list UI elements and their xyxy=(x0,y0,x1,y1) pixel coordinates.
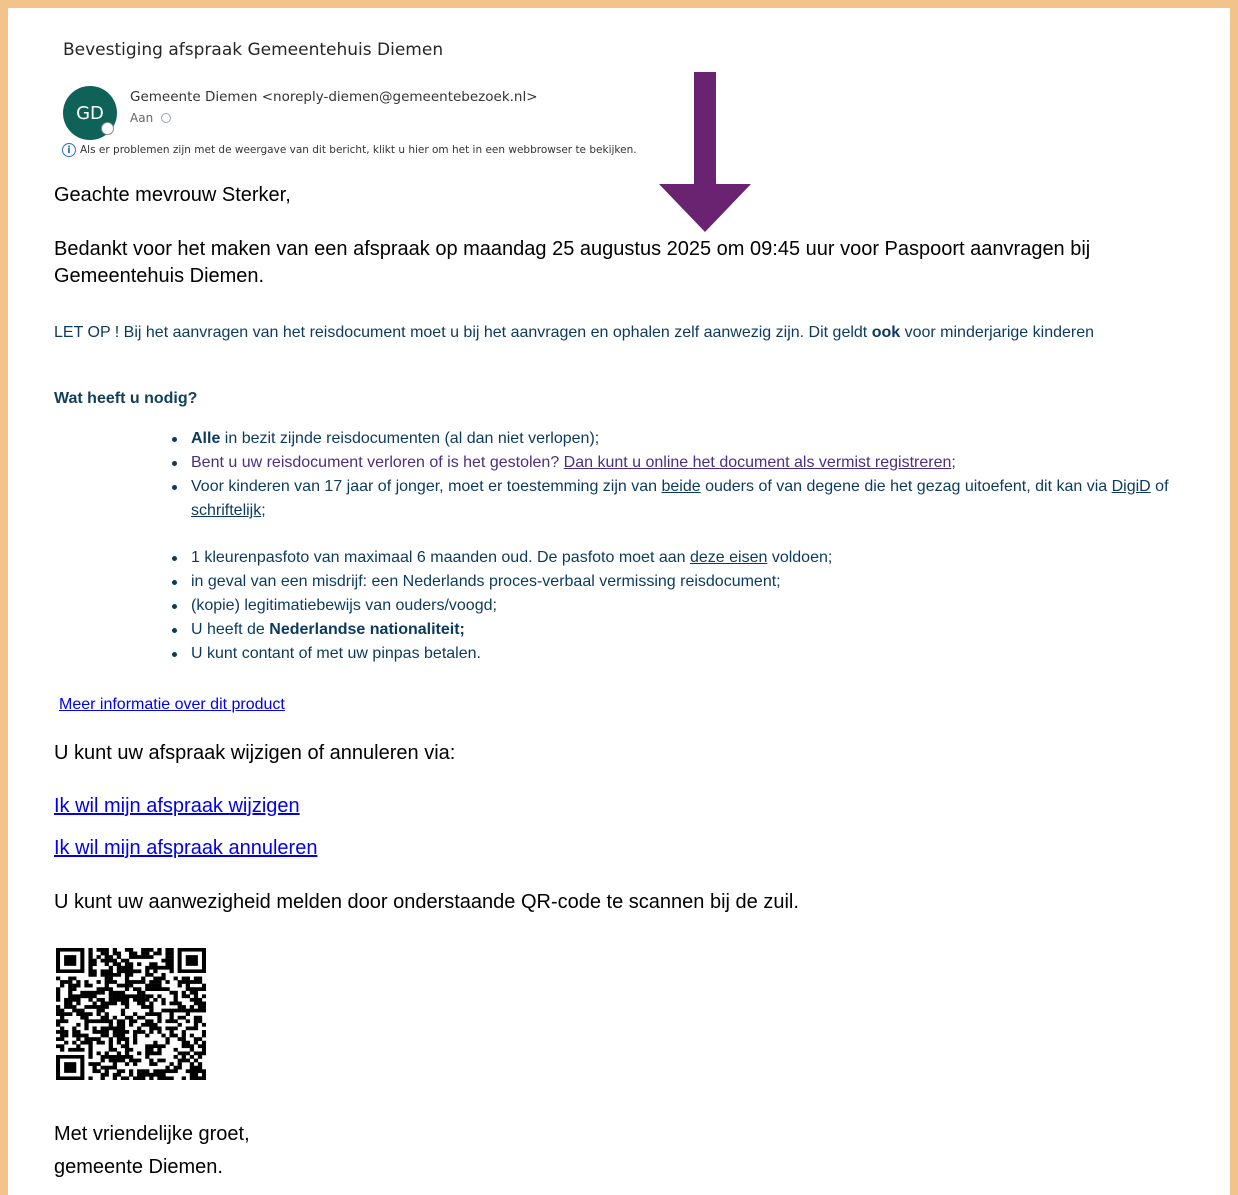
digid-link[interactable]: DigiD xyxy=(1112,478,1151,495)
req-bold: Nederlandse nationaliteit; xyxy=(269,621,465,638)
schriftelijk-link[interactable]: schriftelijk xyxy=(191,502,261,519)
closing-line-1: Met vriendelijke groet, xyxy=(54,1123,250,1145)
recipient-status-icon xyxy=(161,113,172,123)
let-op-bold: ook xyxy=(871,324,901,341)
appointment-intro: Bedankt voor het maken van een afspraak … xyxy=(54,238,1091,287)
more-info-link[interactable]: Meer informatie over dit product xyxy=(59,696,285,714)
info-bar[interactable]: i Als er problemen zijn met de weergave … xyxy=(62,143,637,157)
requirements-title: Wat heeft u nodig? xyxy=(54,390,198,407)
list-item: 1 kleurenpasfoto van maximaal 6 maanden … xyxy=(160,546,1200,570)
list-item: in geval van een misdrijf: een Nederland… xyxy=(160,570,1200,594)
qr-code-icon xyxy=(56,948,206,1080)
req-text: of xyxy=(1150,478,1169,495)
list-item: Alle in bezit zijnde reisdocumenten (al … xyxy=(160,427,1200,451)
to-label: Aan xyxy=(130,111,154,125)
req-text: in geval van een misdrijf: een Nederland… xyxy=(191,573,781,590)
closing-line-2: gemeente Diemen. xyxy=(54,1156,223,1178)
sender-address[interactable]: Gemeente Diemen <noreply-diemen@gemeente… xyxy=(130,89,538,105)
requirements-list: Alle in bezit zijnde reisdocumenten (al … xyxy=(160,427,1200,523)
req-bold: Alle xyxy=(191,430,221,447)
recipient-line: Aan xyxy=(130,111,172,125)
list-item: U heeft de Nederlandse nationaliteit; xyxy=(160,618,1200,642)
req-text: ; xyxy=(951,454,956,471)
let-op-text: LET OP ! Bij het aanvragen van het reisd… xyxy=(54,324,872,341)
info-bar-text[interactable]: Als er problemen zijn met de weergave va… xyxy=(80,144,637,156)
let-op-suffix: voor minderjarige kinderen xyxy=(900,324,1095,341)
req-text: (kopie) legitimatiebewijs van ouders/voo… xyxy=(191,597,497,614)
greeting: Geachte mevrouw Sterker, xyxy=(54,184,291,206)
req-text: Voor kinderen van 17 jaar of jonger, moe… xyxy=(191,478,662,495)
change-instructions: U kunt uw afspraak wijzigen of annuleren… xyxy=(54,742,456,764)
req-text: Bent u uw reisdocument verloren of is he… xyxy=(191,454,564,471)
list-item: U kunt contant of met uw pinpas betalen. xyxy=(160,642,1200,666)
avatar-initials: GD xyxy=(76,102,104,124)
list-item: (kopie) legitimatiebewijs van ouders/voo… xyxy=(160,594,1200,618)
req-text: in bezit zijnde reisdocumenten (al dan n… xyxy=(220,430,600,447)
list-item: Bent u uw reisdocument verloren of is he… xyxy=(160,451,1200,475)
cancel-appointment-link[interactable]: Ik wil mijn afspraak annuleren xyxy=(54,837,317,860)
req-text: U heeft de xyxy=(191,621,270,638)
req-text: U kunt contant of met uw pinpas betalen. xyxy=(191,645,481,662)
presence-icon xyxy=(101,122,114,135)
beide-link[interactable]: beide xyxy=(661,478,700,495)
req-text: ouders of van degene die het gezag uitoe… xyxy=(700,478,1112,495)
email-subject: Bevestiging afspraak Gemeentehuis Diemen xyxy=(63,40,444,60)
req-text: 1 kleurenpasfoto van maximaal 6 maanden … xyxy=(191,549,690,566)
let-op-notice: LET OP ! Bij het aanvragen van het reisd… xyxy=(54,321,1204,344)
requirements-list-2: 1 kleurenpasfoto van maximaal 6 maanden … xyxy=(160,546,1200,666)
qr-instructions: U kunt uw aanwezigheid melden door onder… xyxy=(54,891,799,913)
report-missing-link[interactable]: Dan kunt u online het document als vermi… xyxy=(564,454,952,471)
photo-requirements-link[interactable]: deze eisen xyxy=(690,549,767,566)
list-item: Voor kinderen van 17 jaar of jonger, moe… xyxy=(160,475,1200,523)
req-text: voldoen; xyxy=(767,549,833,566)
down-arrow-icon xyxy=(659,72,751,232)
req-text: ; xyxy=(261,502,266,519)
change-appointment-link[interactable]: Ik wil mijn afspraak wijzigen xyxy=(54,795,300,818)
closing: Met vriendelijke groet, gemeente Diemen. xyxy=(54,1118,250,1184)
info-icon: i xyxy=(62,143,76,157)
